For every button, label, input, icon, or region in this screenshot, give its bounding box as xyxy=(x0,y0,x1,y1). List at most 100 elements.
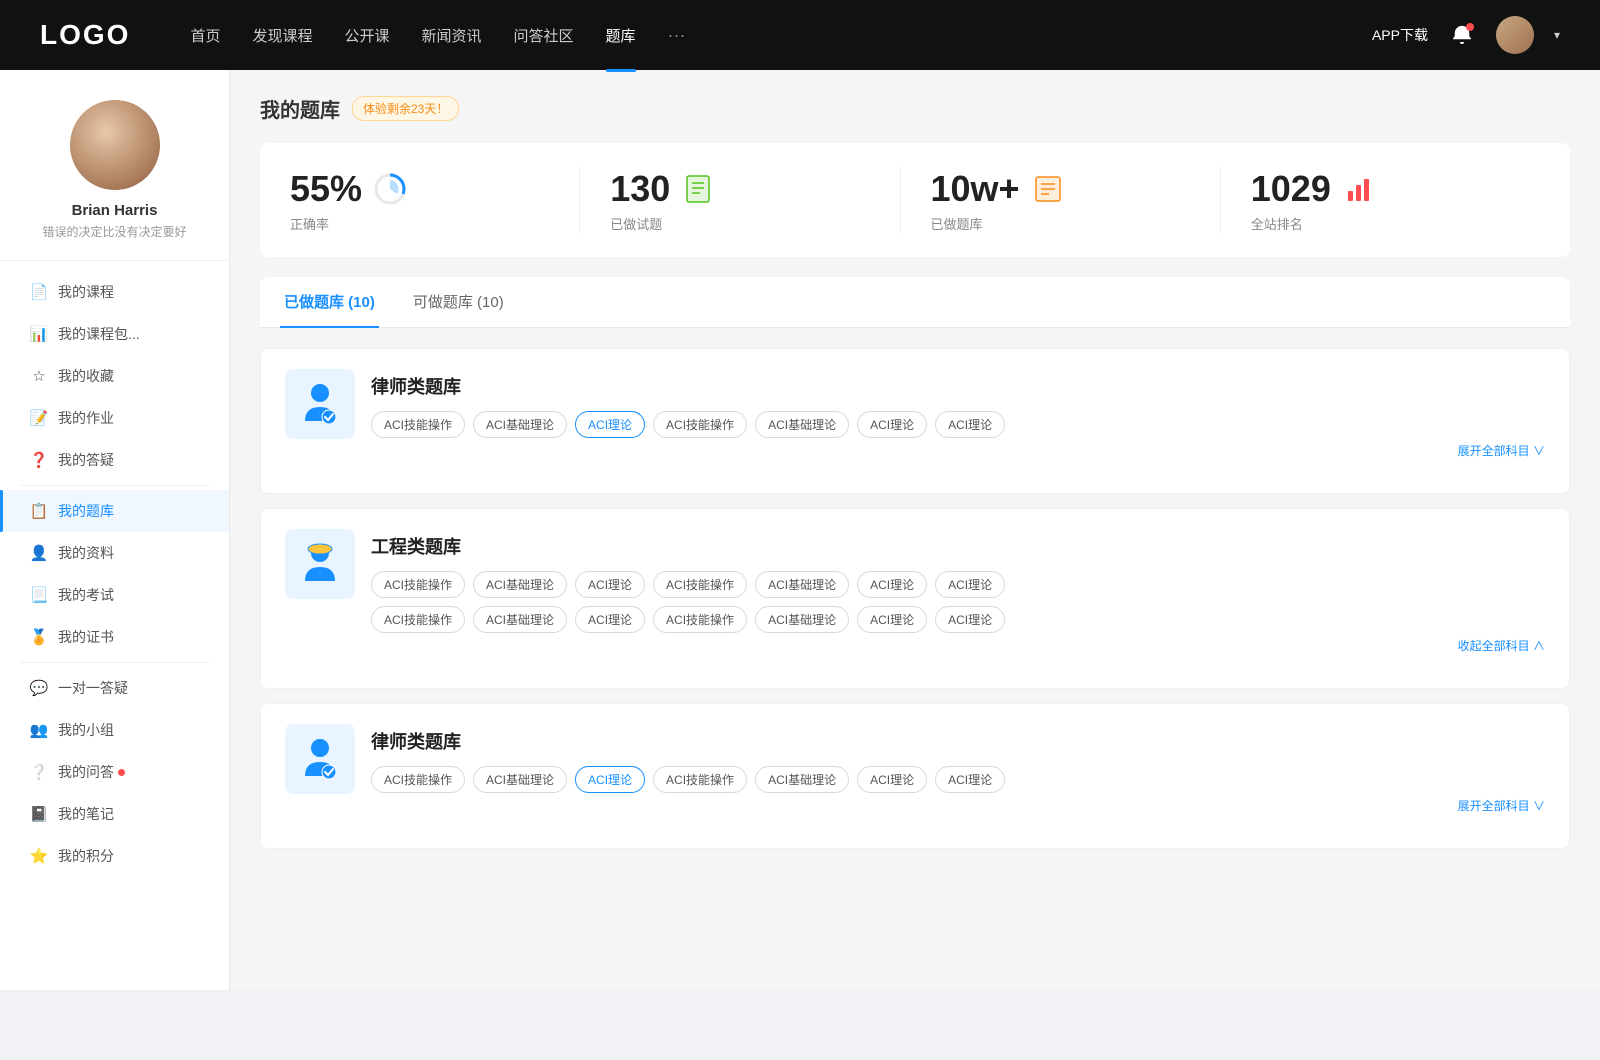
tag-1-5[interactable]: ACI理论 xyxy=(857,411,927,438)
tag-3-5[interactable]: ACI理论 xyxy=(857,766,927,793)
bar-chart-icon xyxy=(1343,173,1375,205)
expand-btn-3[interactable]: 展开全部科目 ∨ xyxy=(371,797,1545,814)
tag-3-3[interactable]: ACI技能操作 xyxy=(653,766,747,793)
sidebar-profile: Brian Harris 错误的决定比没有决定要好 xyxy=(0,100,229,261)
stat-done-questions-label: 已做试题 xyxy=(610,214,662,233)
stat-done-questions-row: 130 xyxy=(610,167,716,210)
stat-ranking: 1029 全站排名 xyxy=(1221,167,1540,233)
profile-icon: 👤 xyxy=(30,544,48,562)
stat-ranking-icon xyxy=(1341,171,1377,207)
sidebar-item-course-package[interactable]: 📊 我的课程包... xyxy=(0,313,229,355)
sidebar-item-label-1v1: 一对一答疑 xyxy=(58,678,128,698)
stats-card: 55% 正确率 130 xyxy=(260,143,1570,257)
sidebar-item-label-notes: 我的笔记 xyxy=(58,804,114,824)
tag-2-6[interactable]: ACI理论 xyxy=(935,571,1005,598)
tag-2-1[interactable]: ACI基础理论 xyxy=(473,571,567,598)
stat-done-questions-icon xyxy=(680,171,716,207)
tag-2r2-1[interactable]: ACI基础理论 xyxy=(473,606,567,633)
tag-2r2-4[interactable]: ACI基础理论 xyxy=(755,606,849,633)
nav-qa[interactable]: 问答社区 xyxy=(514,25,574,46)
sidebar-avatar xyxy=(70,100,160,190)
qbank-icon-lawyer-1 xyxy=(285,369,355,439)
tag-2-5[interactable]: ACI理论 xyxy=(857,571,927,598)
tag-2r2-3[interactable]: ACI技能操作 xyxy=(653,606,747,633)
nav-opencourse[interactable]: 公开课 xyxy=(344,25,389,46)
nav-news[interactable]: 新闻资讯 xyxy=(422,25,482,46)
sidebar-item-homework[interactable]: 📝 我的作业 xyxy=(0,397,229,439)
page-title: 我的题库 xyxy=(260,94,340,123)
expand-btn-1[interactable]: 展开全部科目 ∨ xyxy=(371,442,1545,459)
user-menu-chevron[interactable]: ▾ xyxy=(1554,28,1560,42)
tag-3-6[interactable]: ACI理论 xyxy=(935,766,1005,793)
stat-accuracy-label: 正确率 xyxy=(290,214,329,233)
nav-home[interactable]: 首页 xyxy=(190,25,220,46)
sidebar-item-myqa[interactable]: ❔ 我的问答 xyxy=(0,751,229,793)
tag-1-1[interactable]: ACI基础理论 xyxy=(473,411,567,438)
tag-3-4[interactable]: ACI基础理论 xyxy=(755,766,849,793)
sidebar-item-1v1[interactable]: 💬 一对一答疑 xyxy=(0,667,229,709)
nav-more[interactable]: ··· xyxy=(668,25,686,46)
sidebar-motto: 错误的决定比没有决定要好 xyxy=(42,223,186,240)
app-download-button[interactable]: APP下载 xyxy=(1372,25,1428,45)
sidebar-item-exam[interactable]: 📃 我的考试 xyxy=(0,574,229,616)
tab-available-banks[interactable]: 可做题库 (10) xyxy=(409,277,508,328)
tag-2r2-6[interactable]: ACI理论 xyxy=(935,606,1005,633)
sidebar-username: Brian Harris xyxy=(72,202,158,219)
tag-2-3[interactable]: ACI技能操作 xyxy=(653,571,747,598)
sidebar-item-label-qbank: 我的题库 xyxy=(58,501,114,521)
lawyer-icon-svg xyxy=(295,379,345,429)
nav-qbank[interactable]: 题库 xyxy=(606,25,636,46)
sidebar-item-notes[interactable]: 📓 我的笔记 xyxy=(0,793,229,835)
navbar: LOGO 首页 发现课程 公开课 新闻资讯 问答社区 题库 ··· APP下载 … xyxy=(0,0,1600,70)
logo: LOGO xyxy=(40,19,130,51)
tag-2r2-5[interactable]: ACI理论 xyxy=(857,606,927,633)
sidebar-item-group[interactable]: 👥 我的小组 xyxy=(0,709,229,751)
tab-done-banks[interactable]: 已做题库 (10) xyxy=(280,277,379,328)
sidebar-item-label-favorites: 我的收藏 xyxy=(58,366,114,386)
tag-3-2[interactable]: ACI理论 xyxy=(575,766,645,793)
tag-2r2-2[interactable]: ACI理论 xyxy=(575,606,645,633)
sidebar-item-label-cert: 我的证书 xyxy=(58,627,114,647)
main-layout: Brian Harris 错误的决定比没有决定要好 📄 我的课程 📊 我的课程包… xyxy=(0,70,1600,990)
sidebar-item-label-points: 我的积分 xyxy=(58,846,114,866)
stat-done-banks: 10w+ 已做题库 xyxy=(901,167,1221,233)
sidebar-item-favorites[interactable]: ☆ 我的收藏 xyxy=(0,355,229,397)
tag-2-4[interactable]: ACI基础理论 xyxy=(755,571,849,598)
qbank-title-1: 律师类题库 xyxy=(371,369,1545,399)
tag-2r2-0[interactable]: ACI技能操作 xyxy=(371,606,465,633)
sidebar-item-qbank[interactable]: 📋 我的题库 xyxy=(0,490,229,532)
exam-icon: 📃 xyxy=(30,586,48,604)
qbank-tags-1: ACI技能操作 ACI基础理论 ACI理论 ACI技能操作 ACI基础理论 AC… xyxy=(371,411,1545,438)
sidebar-item-label-exam: 我的考试 xyxy=(58,585,114,605)
stat-accuracy-row: 55% xyxy=(290,167,408,210)
notification-bell[interactable] xyxy=(1448,21,1476,49)
tag-1-4[interactable]: ACI基础理论 xyxy=(755,411,849,438)
qbank-card-lawyer-1: 律师类题库 ACI技能操作 ACI基础理论 ACI理论 ACI技能操作 ACI基… xyxy=(260,348,1570,494)
tag-1-6[interactable]: ACI理论 xyxy=(935,411,1005,438)
oneonone-icon: 💬 xyxy=(30,679,48,697)
user-avatar[interactable] xyxy=(1496,16,1534,54)
tag-2-2[interactable]: ACI理论 xyxy=(575,571,645,598)
tag-3-1[interactable]: ACI基础理论 xyxy=(473,766,567,793)
tag-2-0[interactable]: ACI技能操作 xyxy=(371,571,465,598)
avatar-inner xyxy=(70,100,160,190)
qbank-header-3: 律师类题库 ACI技能操作 ACI基础理论 ACI理论 ACI技能操作 ACI基… xyxy=(285,724,1545,814)
nav-discover[interactable]: 发现课程 xyxy=(252,25,312,46)
notes-icon: 📓 xyxy=(30,805,48,823)
sidebar-item-label-course-package: 我的课程包... xyxy=(58,324,140,344)
course-package-icon: 📊 xyxy=(30,325,48,343)
sidebar-item-my-course[interactable]: 📄 我的课程 xyxy=(0,271,229,313)
qbank-icon: 📋 xyxy=(30,502,48,520)
sidebar-item-label-my-questions: 我的答疑 xyxy=(58,450,114,470)
lawyer-icon-svg-2 xyxy=(295,734,345,784)
sidebar-item-profile[interactable]: 👤 我的资料 xyxy=(0,532,229,574)
sidebar-divider-1 xyxy=(20,485,209,486)
sidebar-item-cert[interactable]: 🏅 我的证书 xyxy=(0,616,229,658)
tag-1-3[interactable]: ACI技能操作 xyxy=(653,411,747,438)
sidebar-item-my-questions[interactable]: ❓ 我的答疑 xyxy=(0,439,229,481)
tag-1-0[interactable]: ACI技能操作 xyxy=(371,411,465,438)
expand-btn-2[interactable]: 收起全部科目 ∧ xyxy=(371,637,1545,654)
tag-1-2[interactable]: ACI理论 xyxy=(575,411,645,438)
sidebar-item-points[interactable]: ⭐ 我的积分 xyxy=(0,835,229,877)
tag-3-0[interactable]: ACI技能操作 xyxy=(371,766,465,793)
